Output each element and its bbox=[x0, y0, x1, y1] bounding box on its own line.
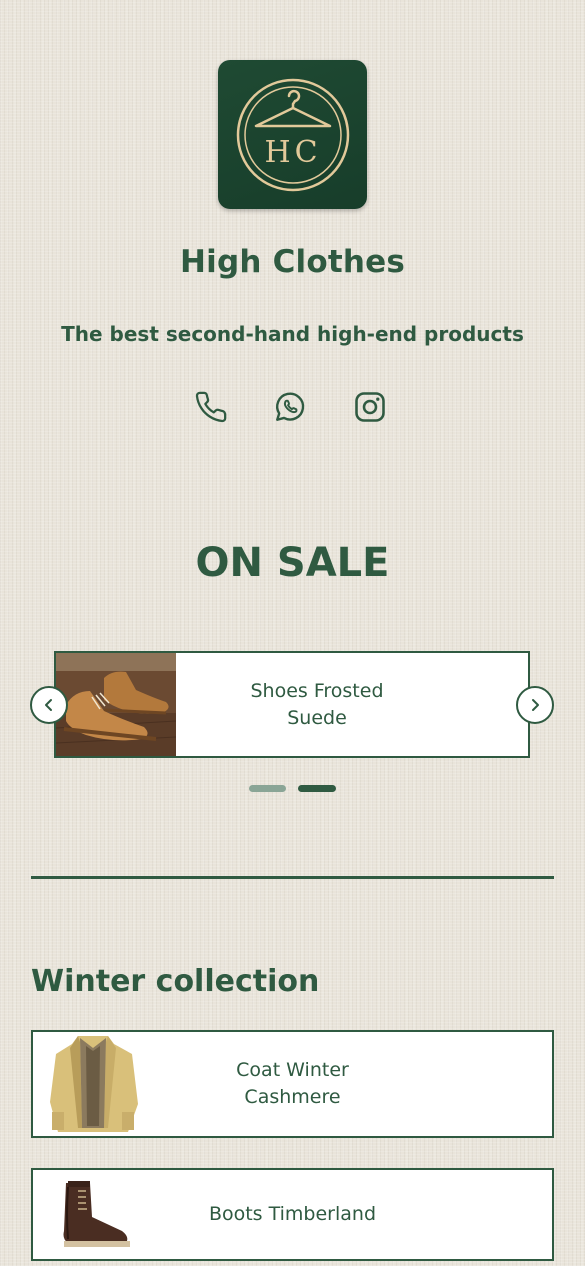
product-card-boots[interactable]: Boots Timberland bbox=[31, 1168, 554, 1261]
brand-name: High Clothes bbox=[179, 244, 406, 280]
chevron-right-icon bbox=[532, 699, 539, 711]
coat-product-image bbox=[33, 1032, 153, 1136]
svg-text:HC: HC bbox=[264, 135, 321, 170]
carousel-dot-1[interactable] bbox=[249, 785, 286, 792]
shoes-product-image bbox=[56, 653, 176, 756]
product-card-coat[interactable]: Coat Winter Cashmere bbox=[31, 1030, 554, 1138]
section-divider bbox=[31, 876, 554, 879]
hanger-logo-icon: HC bbox=[236, 78, 349, 191]
instagram-button[interactable] bbox=[350, 387, 390, 427]
instagram-icon bbox=[355, 392, 385, 422]
carousel-next-button[interactable] bbox=[516, 686, 554, 724]
winter-collection-heading: Winter collection bbox=[31, 964, 320, 999]
carousel-prev-button[interactable] bbox=[30, 686, 68, 724]
chevron-left-icon bbox=[45, 699, 52, 711]
boots-product-image bbox=[33, 1170, 153, 1259]
on-sale-heading: ON SALE bbox=[195, 540, 390, 586]
phone-icon bbox=[195, 391, 227, 423]
whatsapp-icon bbox=[276, 392, 305, 421]
sale-item-label: Shoes Frosted Suede bbox=[250, 679, 384, 729]
phone-button[interactable] bbox=[191, 387, 231, 427]
carousel-dot-2[interactable] bbox=[298, 785, 336, 792]
product-label-boots: Boots Timberland bbox=[208, 1203, 377, 1225]
sale-carousel-card[interactable]: Shoes Frosted Suede bbox=[54, 651, 530, 758]
brand-logo: HC bbox=[218, 60, 367, 209]
product-label-coat: Coat Winter Cashmere bbox=[236, 1059, 349, 1108]
whatsapp-button[interactable] bbox=[270, 387, 310, 427]
brand-tagline: The best second-hand high-end products bbox=[61, 322, 524, 346]
